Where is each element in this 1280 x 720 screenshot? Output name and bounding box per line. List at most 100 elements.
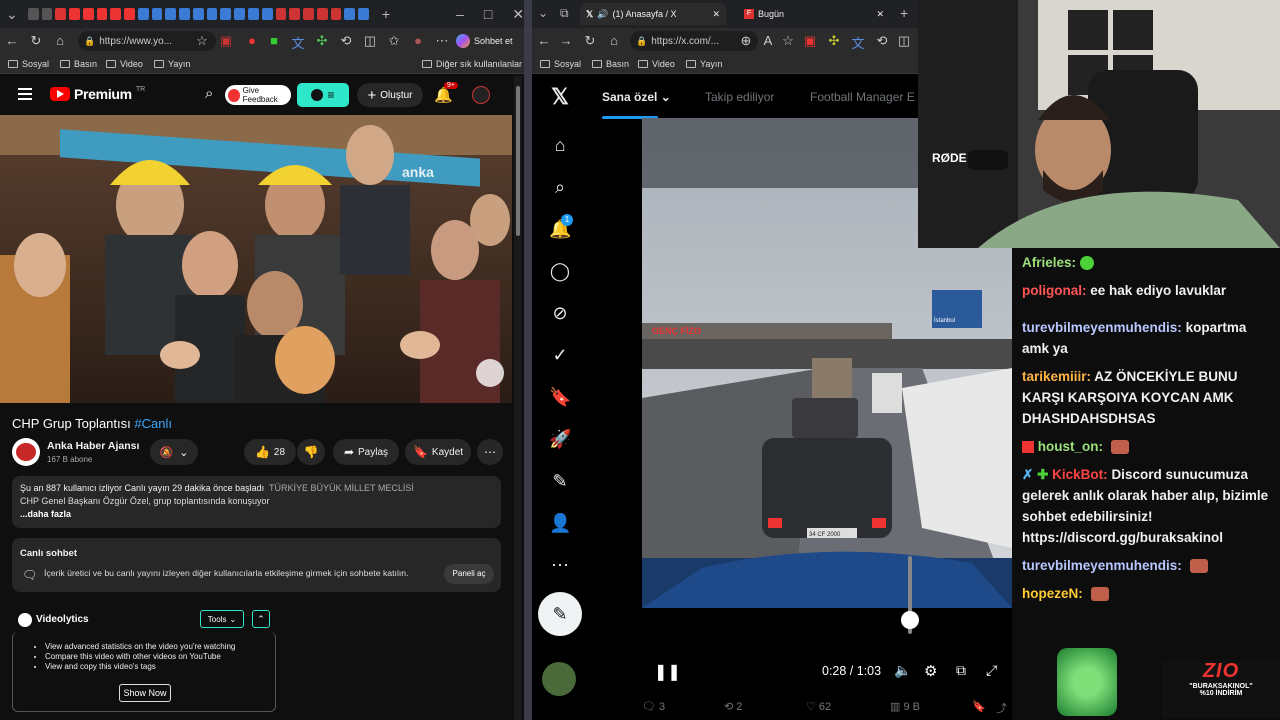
favorite-icon[interactable]: ☆ — [780, 33, 796, 49]
bookmark-icon[interactable]: 🔖 — [972, 700, 986, 713]
x-logo-icon[interactable]: 𝕏 — [549, 86, 571, 108]
messages-icon[interactable]: ◯ — [549, 260, 571, 282]
tab-favicon[interactable] — [344, 8, 356, 20]
more-icon[interactable]: ⋯ — [549, 554, 571, 576]
tab-favicon[interactable] — [69, 8, 80, 20]
tab-favicon[interactable] — [275, 8, 287, 20]
bookmark-folder[interactable]: Yayın — [154, 59, 190, 69]
more-actions-button[interactable]: ⋯ — [477, 439, 503, 465]
tab-favicon[interactable] — [206, 8, 218, 20]
save-button[interactable]: 🔖 Kaydet — [405, 439, 471, 465]
chat-username[interactable]: Afrieles: — [1022, 255, 1076, 270]
more-menu-icon[interactable]: ⋯ — [434, 33, 450, 49]
tab-favicon[interactable] — [27, 8, 39, 20]
subscribed-bell-button[interactable]: 🔕 ⌄ — [150, 439, 198, 465]
tab-list-chevron-icon[interactable]: ⌄ — [6, 6, 18, 23]
extension-toggle-button[interactable]: ≡ — [297, 83, 349, 107]
home-icon[interactable]: ⌂ — [606, 33, 622, 48]
bookmarks-icon[interactable]: 🔖 — [549, 386, 571, 408]
new-tab-icon[interactable]: + — [900, 5, 908, 21]
tab-list-chevron-icon[interactable]: ⌄ — [538, 6, 548, 20]
seek-slider[interactable] — [901, 556, 919, 634]
pause-icon[interactable]: ❚❚ — [654, 662, 681, 682]
new-tab-icon[interactable]: + — [382, 6, 390, 22]
forward-icon[interactable]: → — [558, 33, 574, 48]
tab-favicon[interactable] — [234, 8, 245, 20]
close-tab-icon[interactable]: ✕ — [876, 9, 884, 20]
account-avatar[interactable] — [542, 662, 576, 696]
chat-username[interactable]: KickBot: — [1052, 467, 1108, 482]
description-tag-link[interactable]: TÜRKİYE BÜYÜK MİLLET MECLİSİ — [269, 483, 414, 493]
youtube-video-player[interactable]: anka — [0, 115, 512, 403]
post-button[interactable]: ✎ — [538, 592, 582, 636]
tab-favicon[interactable] — [55, 8, 67, 20]
tab-favicon[interactable] — [110, 8, 122, 20]
chat-username[interactable]: hopezeN: — [1022, 586, 1083, 601]
tab-favicon[interactable] — [137, 8, 149, 20]
verified-icon[interactable]: ✓ — [549, 344, 571, 366]
bookmark-folder[interactable]: Sosyal — [8, 59, 49, 69]
bookmark-folder[interactable]: Video — [106, 59, 143, 69]
communities-icon[interactable]: ✎ — [549, 470, 571, 492]
chat-username[interactable]: tarikemiiir: — [1022, 369, 1091, 384]
tab-favicon[interactable] — [179, 8, 190, 20]
grok-icon[interactable]: ⊘ — [549, 302, 571, 324]
back-icon[interactable]: ← — [536, 33, 552, 48]
volume-icon[interactable]: 🔈 — [894, 662, 911, 679]
extension-icon[interactable]: ● — [244, 33, 260, 48]
account-avatar[interactable] — [472, 86, 490, 104]
tab-favicon[interactable] — [303, 8, 314, 20]
views-button[interactable]: ▥ 9 B — [890, 700, 920, 713]
tab-favicon[interactable] — [165, 8, 177, 20]
tab-favicon[interactable] — [220, 8, 232, 20]
page-scrollbar[interactable] — [514, 76, 522, 720]
search-icon[interactable]: ⌕ — [549, 176, 571, 198]
share-icon[interactable]: ⤴ — [996, 700, 1007, 716]
minimize-icon[interactable]: – — [456, 6, 464, 22]
tab-today[interactable]: F Bugün ✕ — [738, 3, 890, 25]
scrollbar-thumb[interactable] — [516, 86, 520, 236]
translate-icon[interactable]: 文 — [850, 33, 866, 52]
youtube-logo[interactable]: Premium TR — [50, 86, 145, 102]
notifications-bell-icon[interactable]: 🔔 1 — [549, 214, 573, 240]
extension-icon[interactable]: ▣ — [218, 33, 234, 49]
create-button[interactable]: + Oluştur — [357, 83, 423, 107]
seek-knob[interactable] — [901, 611, 919, 629]
reply-button[interactable]: 🗨 3 — [642, 700, 665, 713]
chat-username[interactable]: turevbilmeyenmuhendis: — [1022, 320, 1182, 335]
tab-favicon[interactable] — [192, 8, 204, 20]
reload-icon[interactable]: ↻ — [28, 33, 44, 49]
like-button[interactable]: 👍 28 — [244, 439, 296, 465]
repost-button[interactable]: ⟲ 2 — [724, 700, 742, 713]
tab-favicon[interactable] — [151, 8, 163, 20]
open-panel-button[interactable]: Paneli aç — [444, 564, 494, 584]
share-button[interactable]: ➦ Paylaş — [333, 439, 399, 465]
tab-favicon[interactable] — [82, 8, 94, 20]
copilot-chat-button[interactable]: Sohbet et — [456, 32, 513, 50]
tab-favicon[interactable] — [316, 8, 328, 20]
favorites-bar-icon[interactable]: ✩ — [386, 33, 402, 49]
home-icon[interactable]: ⌂ — [549, 134, 571, 156]
reload-icon[interactable]: ↻ — [582, 33, 598, 49]
tab-favicon[interactable] — [41, 8, 53, 20]
fullscreen-icon[interactable]: ⤢ — [986, 662, 997, 679]
chat-username[interactable]: houst_on: — [1038, 439, 1103, 454]
picture-in-picture-icon[interactable]: ⧉ — [956, 662, 966, 679]
settings-gear-icon[interactable]: ⚙ — [924, 662, 937, 680]
jobs-rocket-icon[interactable]: 🚀 — [549, 428, 571, 450]
channel-avatar[interactable] — [12, 438, 40, 466]
tab-favicon[interactable] — [124, 8, 135, 20]
tab-favicon[interactable] — [247, 8, 259, 20]
live-hashtag-link[interactable]: #Canlı — [134, 416, 172, 431]
chat-username[interactable]: poligonal: — [1022, 283, 1087, 298]
tab-following[interactable]: Takip ediliyor — [705, 90, 774, 104]
tab-favicon[interactable] — [96, 8, 108, 20]
close-tab-icon[interactable]: ✕ — [712, 9, 720, 20]
refresh-extension-icon[interactable]: ⟲ — [874, 33, 890, 49]
bookmark-folder[interactable]: Sosyal — [540, 59, 581, 69]
split-screen-icon[interactable]: ◫ — [362, 33, 378, 49]
extension-icon[interactable]: ✣ — [314, 33, 330, 49]
bookmark-folder[interactable]: Yayın — [686, 59, 722, 69]
tab-football-manager[interactable]: Football Manager E — [810, 90, 915, 104]
extension-icon[interactable]: ▣ — [802, 33, 818, 49]
